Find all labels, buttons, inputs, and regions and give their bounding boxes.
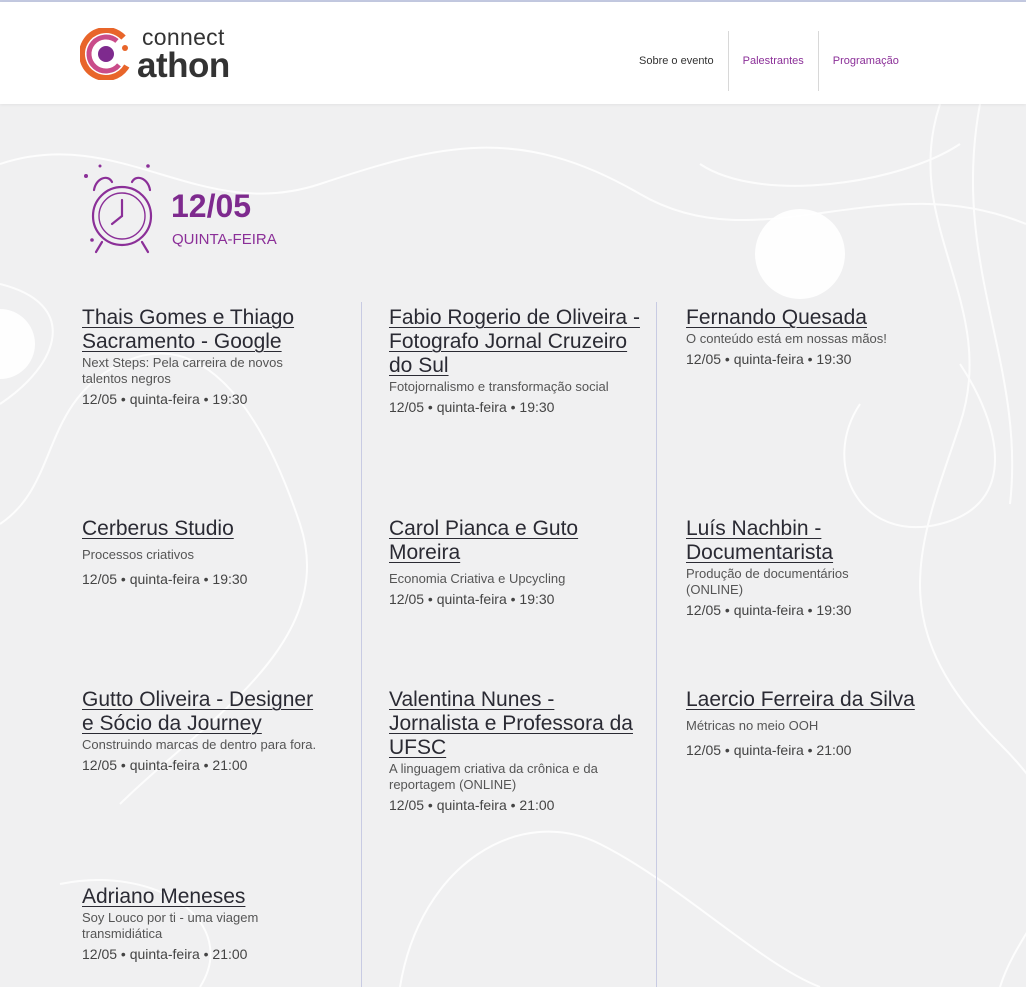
session-datetime: 12/05 • quinta-feira • 19:30 [686,602,852,618]
session-datetime: 12/05 • quinta-feira • 21:00 [82,946,248,962]
session-card: Carol Pianca e Guto Moreira Economia Cri… [389,517,619,608]
session-card: Gutto Oliveira - Designer e Sócio da Jou… [82,688,322,774]
session-title-link[interactable]: Fabio Rogerio de Oliveira - Fotografo Jo… [389,306,649,378]
session-datetime: 12/05 • quinta-feira • 21:00 [389,797,555,813]
alarm-clock-icon [84,164,153,254]
session-description: Fotojornalismo e transformação social [389,379,609,394]
column-divider [656,302,657,987]
session-description: Economia Criativa e Upcycling [389,571,566,586]
session-title-link[interactable]: Valentina Nunes - Jornalista e Professor… [389,688,649,760]
session-card: Fernando Quesada O conteúdo está em noss… [686,306,946,368]
session-description: O conteúdo está em nossas mãos! [686,331,887,346]
session-card: Thais Gomes e Thiago Sacramento - Google… [82,306,342,408]
session-card: Valentina Nunes - Jornalista e Professor… [389,688,649,814]
session-datetime: 12/05 • quinta-feira • 21:00 [686,742,852,758]
date-weekday: QUINTA-FEIRA [172,231,277,248]
session-title-link[interactable]: Laercio Ferreira da Silva [686,688,916,712]
session-datetime: 12/05 • quinta-feira • 21:00 [82,757,248,773]
connectathon-logo[interactable]: connect athon [80,24,260,94]
session-datetime: 12/05 • quinta-feira • 19:30 [82,571,248,587]
session-datetime: 12/05 • quinta-feira • 19:30 [82,391,248,407]
date-number: 12/05 [171,188,252,224]
column-divider [361,302,362,987]
session-title-link[interactable]: Luís Nachbin - Documentarista [686,517,916,565]
session-title-link[interactable]: Thais Gomes e Thiago Sacramento - Google [82,306,342,354]
session-title-link[interactable]: Fernando Quesada [686,306,946,330]
logo-text-athon: athon [137,46,230,85]
session-description: Métricas no meio OOH [686,718,819,733]
nav-programacao[interactable]: Programação [819,31,913,91]
session-card: Fabio Rogerio de Oliveira - Fotografo Jo… [389,306,649,416]
session-title-link[interactable]: Cerberus Studio [82,517,342,541]
session-datetime: 12/05 • quinta-feira • 19:30 [686,351,852,367]
session-description: Next Steps: Pela carreira de novos talen… [82,355,283,386]
session-description: Soy Louco por ti - uma viagem transmidiá… [82,910,259,941]
nav-palestrantes[interactable]: Palestrantes [729,31,818,91]
session-card: Cerberus Studio Processos criativos 12/0… [82,517,342,588]
logo-c-icon [80,28,132,80]
session-card: Adriano Meneses Soy Louco por ti - uma v… [82,885,342,963]
session-description: Produção de documentários (ONLINE) [686,566,849,597]
site-header: connect athon Sobre o evento Palestrante… [0,2,1026,104]
session-title-link[interactable]: Gutto Oliveira - Designer e Sócio da Jou… [82,688,322,736]
main-nav: Sobre o evento Palestrantes Programação [625,30,913,92]
session-description: A linguagem criativa da crônica e da rep… [389,761,598,792]
session-card: Luís Nachbin - Documentarista Produção d… [686,517,916,619]
session-title-link[interactable]: Adriano Meneses [82,885,342,909]
session-description: Processos criativos [82,547,194,562]
session-datetime: 12/05 • quinta-feira • 19:30 [389,399,555,415]
session-card: Laercio Ferreira da Silva Métricas no me… [686,688,916,759]
date-heading: 12/05 QUINTA-FEIRA [78,160,338,270]
session-title-link[interactable]: Carol Pianca e Guto Moreira [389,517,619,565]
nav-sobre-o-evento[interactable]: Sobre o evento [625,31,728,91]
session-datetime: 12/05 • quinta-feira • 19:30 [389,591,555,607]
session-description: Construindo marcas de dentro para fora. [82,737,317,752]
